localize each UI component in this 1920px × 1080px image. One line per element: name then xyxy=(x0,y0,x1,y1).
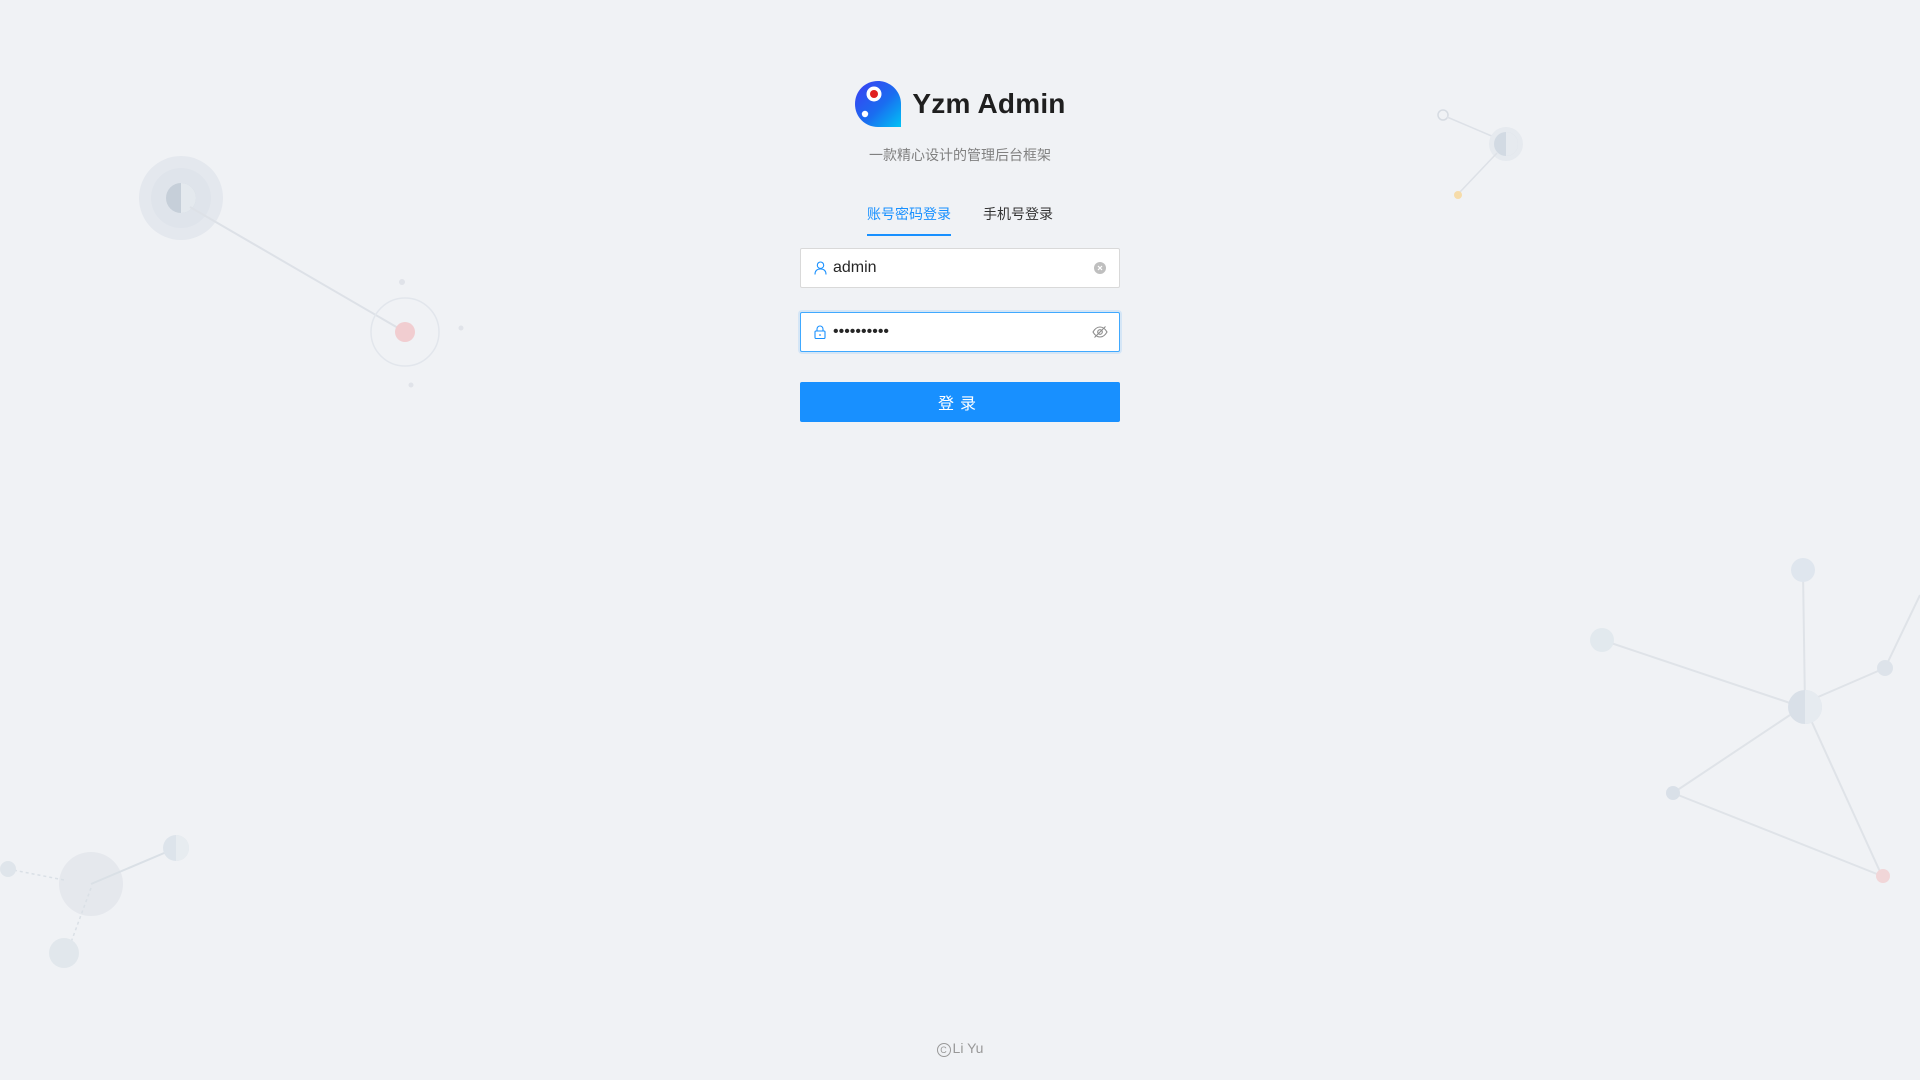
password-input[interactable] xyxy=(833,313,1086,351)
login-tabs: 账号密码登录 手机号登录 xyxy=(800,196,1120,236)
tab-phone[interactable]: 手机号登录 xyxy=(983,196,1053,236)
logo-icon xyxy=(855,81,902,127)
eye-invisible-icon[interactable] xyxy=(1092,324,1108,340)
clear-icon[interactable] xyxy=(1092,260,1108,276)
copyright-icon: C xyxy=(936,1043,951,1057)
username-input[interactable] xyxy=(833,249,1086,287)
footer-text: Li Yu xyxy=(952,1040,984,1056)
brand: Yzm Admin xyxy=(854,79,1065,129)
tab-account-password[interactable]: 账号密码登录 xyxy=(867,196,951,236)
molecule-bottom-left xyxy=(0,835,189,968)
molecule-bottom-right xyxy=(1590,558,1920,883)
user-icon xyxy=(812,260,828,276)
login-header: Yzm Admin 一款精心设计的管理后台框架 xyxy=(0,79,1920,165)
login-form: 账号密码登录 手机号登录 admin •••••••••• 登录 xyxy=(800,196,1120,422)
login-button[interactable]: 登录 xyxy=(800,382,1120,422)
lock-icon xyxy=(812,324,828,340)
username-field[interactable] xyxy=(800,248,1120,288)
footer: C Li Yu xyxy=(0,1040,1920,1057)
brand-title: Yzm Admin xyxy=(912,88,1066,119)
molecule-top-left xyxy=(139,156,464,388)
brand-subtitle: 一款精心设计的管理后台框架 xyxy=(869,147,1051,163)
login-page: Yzm Admin 一款精心设计的管理后台框架 账号密码登录 手机号登录 adm… xyxy=(0,0,1920,1080)
password-field[interactable] xyxy=(800,312,1120,352)
